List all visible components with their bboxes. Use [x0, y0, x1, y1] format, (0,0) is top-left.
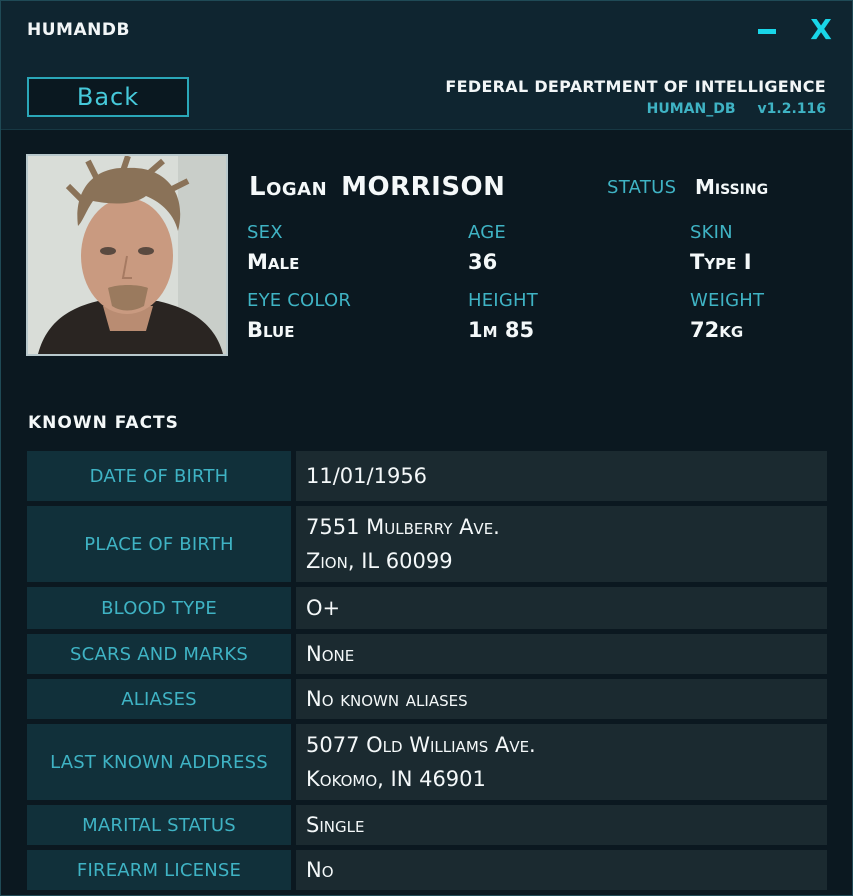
- fact-row-last-known-address: LAST KNOWN ADDRESS 5077 Old Williams Ave…: [27, 724, 827, 800]
- known-facts-title: KNOWN FACTS: [28, 413, 179, 433]
- fact-value-line: 11/01/1956: [306, 464, 428, 488]
- fact-row-date-of-birth: DATE OF BIRTH 11/01/1956: [27, 451, 827, 501]
- database-name: HUMAN_DB: [646, 101, 736, 117]
- fact-value-line: No: [306, 858, 334, 882]
- fact-value: None: [296, 634, 827, 674]
- last-name: MORRISON: [341, 172, 506, 202]
- fact-row-aliases: ALIASES No known aliases: [27, 679, 827, 719]
- sex-value: Male: [247, 250, 300, 274]
- fact-value: No known aliases: [296, 679, 827, 719]
- fact-value: 7551 Mulberry Ave. Zion, IL 60099: [296, 506, 827, 582]
- fact-label: MARITAL STATUS: [27, 805, 291, 845]
- fact-row-scars-and-marks: SCARS AND MARKS None: [27, 634, 827, 674]
- weight-value: 72kg: [690, 318, 744, 342]
- height-label: HEIGHT: [468, 290, 538, 311]
- humandb-window: HUMANDB X Back FEDERAL DEPARTMENT OF INT…: [0, 0, 853, 896]
- person-name: Logan MORRISON: [249, 172, 505, 202]
- database-info: HUMAN_DB v1.2.116: [647, 101, 826, 117]
- fact-label: BLOOD TYPE: [27, 587, 291, 629]
- sex-label: SEX: [247, 222, 283, 243]
- status-label: STATUS: [607, 177, 677, 198]
- fact-value-line: None: [306, 642, 355, 666]
- back-button[interactable]: Back: [27, 77, 189, 117]
- skin-value: Type I: [690, 250, 752, 274]
- fact-row-marital-status: MARITAL STATUS Single: [27, 805, 827, 845]
- fact-value: 5077 Old Williams Ave. Kokomo, IN 46901: [296, 724, 827, 800]
- fact-label: PLACE OF BIRTH: [27, 506, 291, 582]
- agency-name: FEDERAL DEPARTMENT OF INTELLIGENCE: [445, 77, 826, 96]
- profile-content: Logan MORRISON STATUS Missing SEX Male AG…: [1, 130, 852, 895]
- fact-row-blood-type: BLOOD TYPE O+: [27, 587, 827, 629]
- fact-value: 11/01/1956: [296, 451, 827, 501]
- first-name: Logan: [249, 172, 328, 202]
- minimize-icon: [758, 28, 776, 34]
- known-facts-table: DATE OF BIRTH 11/01/1956 PLACE OF BIRTH …: [27, 451, 827, 895]
- fact-value-line: Zion, IL 60099: [306, 549, 453, 573]
- fact-label: LAST KNOWN ADDRESS: [27, 724, 291, 800]
- fact-value-line: O+: [306, 596, 341, 620]
- fact-value-line: 5077 Old Williams Ave.: [306, 733, 536, 757]
- fact-value: O+: [296, 587, 827, 629]
- height-value: 1m 85: [468, 318, 535, 342]
- fact-value: No: [296, 850, 827, 890]
- person-portrait-icon: [28, 156, 226, 354]
- age-value: 36: [468, 250, 498, 274]
- fact-label: ALIASES: [27, 679, 291, 719]
- fact-value-line: No known aliases: [306, 687, 468, 711]
- fact-label: FIREARM LICENSE: [27, 850, 291, 890]
- fact-row-firearm-license: FIREARM LICENSE No: [27, 850, 827, 890]
- fact-label: SCARS AND MARKS: [27, 634, 291, 674]
- fact-label: DATE OF BIRTH: [27, 451, 291, 501]
- skin-label: SKIN: [690, 222, 733, 243]
- fact-value: Single: [296, 805, 827, 845]
- weight-label: WEIGHT: [690, 290, 765, 311]
- minimize-button[interactable]: [749, 11, 785, 47]
- fact-value-line: Single: [306, 813, 365, 837]
- eye-color-value: Blue: [247, 318, 295, 342]
- version-label: v1.2.116: [757, 101, 826, 117]
- close-icon: X: [810, 12, 832, 46]
- app-title: HUMANDB: [27, 20, 130, 40]
- close-button[interactable]: X: [803, 11, 839, 47]
- age-label: AGE: [468, 222, 506, 243]
- profile-photo: [26, 154, 228, 356]
- status-value: Missing: [695, 175, 769, 199]
- header-bar: Back FEDERAL DEPARTMENT OF INTELLIGENCE …: [1, 61, 852, 130]
- eye-color-label: EYE COLOR: [247, 290, 352, 311]
- fact-value-line: 7551 Mulberry Ave.: [306, 515, 500, 539]
- title-bar: HUMANDB X: [1, 1, 852, 61]
- fact-row-place-of-birth: PLACE OF BIRTH 7551 Mulberry Ave. Zion, …: [27, 506, 827, 582]
- fact-value-line: Kokomo, IN 46901: [306, 767, 486, 791]
